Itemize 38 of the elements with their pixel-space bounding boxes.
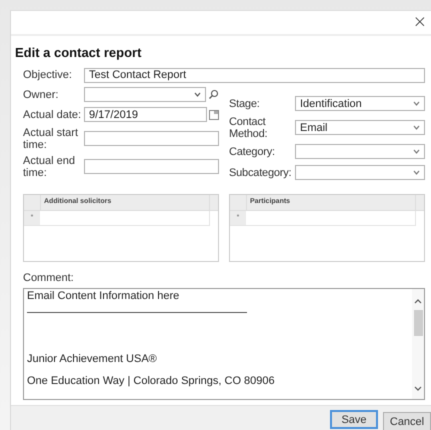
comment-field[interactable]: Email Content Information here Junior Achievement USA® One Education Way | Colorado Springs, CO 80906 — [23, 288, 425, 400]
dropdown-field[interactable]: Email — [295, 120, 425, 136]
close-button[interactable]: × — [410, 14, 429, 31]
field-label: Actual end time: — [23, 154, 76, 179]
dropdown-field[interactable] — [295, 165, 425, 180]
field-label: Stage: — [229, 98, 261, 110]
field-label: Contact Method: — [229, 116, 268, 140]
time-field[interactable] — [84, 159, 219, 174]
dropdown-field[interactable]: Identification — [295, 96, 425, 112]
dialog-button[interactable]: Cancel — [383, 412, 431, 430]
caret-icon — [413, 170, 420, 176]
search-icon[interactable] — [208, 89, 219, 100]
scroll-down-icon[interactable] — [414, 386, 422, 391]
owner-field[interactable] — [84, 87, 206, 102]
calendar-icon[interactable] — [209, 110, 219, 120]
time-field[interactable] — [84, 131, 219, 146]
comment-line: Junior Achievement USA® — [27, 352, 158, 366]
caret-icon — [413, 125, 420, 130]
dialog-button[interactable]: Save — [330, 410, 378, 429]
caret-icon — [413, 101, 420, 106]
field-label: Objective: — [23, 69, 73, 82]
scroll-thumb[interactable] — [414, 310, 422, 336]
date-field[interactable]: 9/17/2019 — [84, 107, 207, 122]
caret-icon — [194, 92, 201, 98]
field-label: Subcategory: — [229, 166, 292, 179]
field-label: Actual start time: — [23, 126, 80, 151]
field-label: Owner: — [23, 88, 60, 101]
field-label: Actual date: — [23, 108, 82, 121]
dialog-heading: Edit a contact report — [15, 44, 142, 60]
comment-label: Comment: — [23, 272, 75, 284]
dropdown-field[interactable] — [295, 144, 425, 160]
field-label: Category: — [229, 146, 276, 158]
scroll-up-icon[interactable] — [414, 298, 422, 304]
comment-line: One Education Way | Colorado Springs, CO 80906 — [27, 374, 276, 388]
scrollbar[interactable] — [412, 288, 424, 399]
caret-icon — [413, 149, 420, 154]
comment-line: Email Content Information here — [27, 290, 180, 303]
objective-field[interactable]: Test Contact Report — [84, 68, 425, 83]
